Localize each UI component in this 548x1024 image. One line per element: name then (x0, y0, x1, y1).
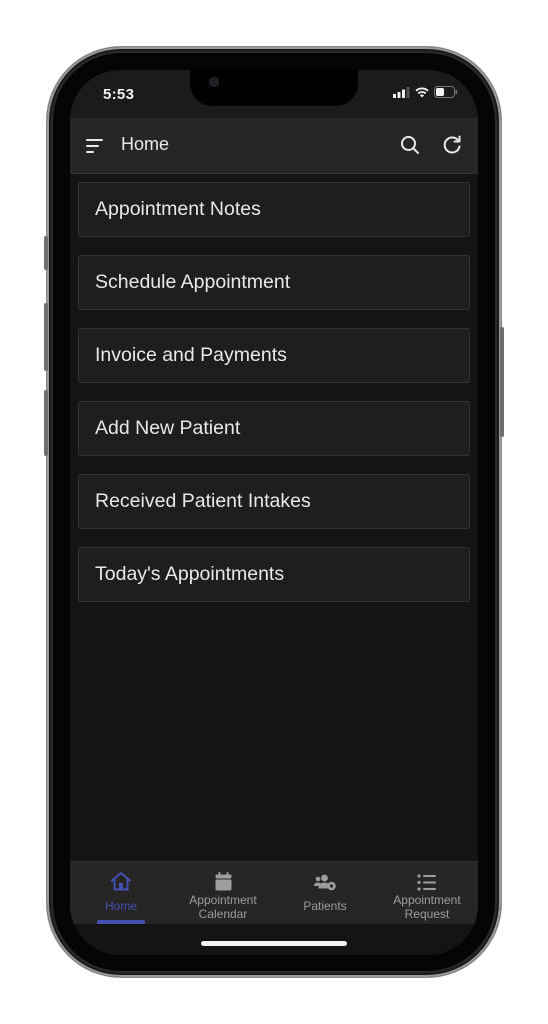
calendar-icon (215, 869, 232, 891)
menu-item-label: Invoice and Payments (95, 344, 287, 366)
menu-icon[interactable] (84, 136, 106, 156)
nav-label: Appointment Request (393, 893, 460, 921)
bottom-nav: Home Appointment Calendar Patients Appoi… (70, 861, 478, 924)
volume-down-button (44, 390, 48, 456)
status-icons (393, 85, 458, 103)
nav-label: Patients (303, 899, 347, 913)
nav-label-line2: Request (404, 907, 450, 921)
wifi-icon (415, 85, 429, 103)
nav-label: Appointment Calendar (189, 893, 256, 921)
menu-item-label: Appointment Notes (95, 198, 261, 220)
menu-list: Appointment Notes Schedule Appointment I… (78, 182, 470, 620)
menu-item-schedule-appointment[interactable]: Schedule Appointment (78, 255, 470, 310)
menu-item-received-patient-intakes[interactable]: Received Patient Intakes (78, 474, 470, 529)
signal-icon (393, 85, 410, 103)
menu-item-appointment-notes[interactable]: Appointment Notes (78, 182, 470, 237)
page-title: Home (121, 134, 170, 154)
menu-item-invoice-and-payments[interactable]: Invoice and Payments (78, 328, 470, 383)
menu-item-label: Today's Appointments (95, 563, 285, 585)
menu-item-label: Add New Patient (95, 417, 241, 439)
notch (190, 70, 358, 106)
home-icon (110, 869, 132, 891)
nav-label: Home (104, 899, 137, 913)
volume-up-button (44, 303, 48, 371)
nav-tab-home[interactable]: Home (70, 862, 172, 924)
menu-item-todays-appointments[interactable]: Today's Appointments (78, 547, 470, 602)
power-button (500, 327, 504, 437)
battery-icon (434, 85, 458, 103)
nav-tab-appointment-calendar[interactable]: Appointment Calendar (172, 862, 274, 924)
app-header: Home (70, 118, 478, 174)
status-time: 5:53 (103, 86, 135, 103)
home-indicator[interactable] (201, 941, 347, 946)
menu-item-label: Schedule Appointment (95, 271, 291, 293)
nav-label-line2: Calendar (198, 907, 248, 921)
menu-item-label: Received Patient Intakes (95, 490, 311, 512)
active-tab-indicator (97, 920, 145, 924)
patients-icon (313, 869, 337, 891)
refresh-icon[interactable] (440, 133, 464, 157)
nav-label-line1: Appointment (189, 893, 257, 907)
menu-item-add-new-patient[interactable]: Add New Patient (78, 401, 470, 456)
front-camera (210, 78, 218, 86)
screen: 5:53 Home Appointment Notes Schedule App… (70, 70, 478, 955)
action-button (44, 236, 48, 270)
nav-tab-appointment-request[interactable]: Appointment Request (376, 862, 478, 924)
search-icon[interactable] (398, 133, 422, 157)
nav-label-line1: Appointment (393, 893, 461, 907)
nav-tab-patients[interactable]: Patients (274, 862, 376, 924)
list-icon (417, 869, 437, 891)
